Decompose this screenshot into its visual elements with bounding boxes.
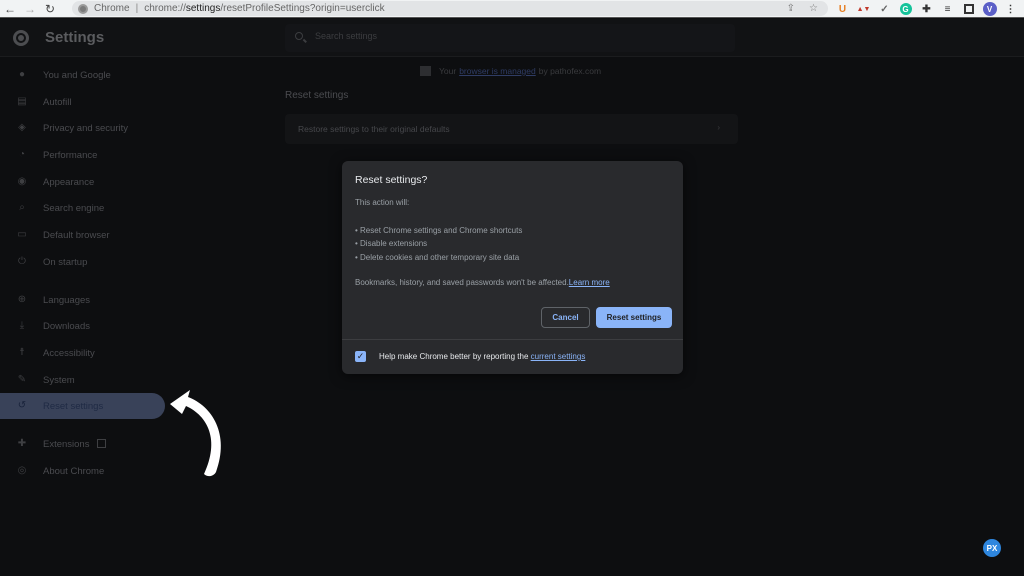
search-box[interactable] xyxy=(285,24,735,52)
search-icon: ⌕ xyxy=(19,202,25,213)
extensions-puzzle-icon[interactable]: ✚ xyxy=(916,0,937,18)
profile-avatar[interactable]: V xyxy=(979,0,1000,18)
watermark-badge: PX xyxy=(983,539,1001,557)
sidebar-item-on-startup[interactable]: ⏻ On startup xyxy=(0,249,165,275)
sidebar-item-performance[interactable]: ◔ Performance xyxy=(0,142,165,168)
sidebar-item-privacy[interactable]: ◈ Privacy and security xyxy=(0,115,165,141)
restore-defaults-label: Restore settings to their original defau… xyxy=(298,124,450,134)
current-settings-link[interactable]: current settings xyxy=(531,352,586,361)
sidebar-item-reset-settings[interactable]: ↺ Reset settings xyxy=(0,393,165,419)
search-icon xyxy=(295,32,303,40)
bookmark-star-icon[interactable]: ☆ xyxy=(809,1,818,16)
sidebar-item-autofill[interactable]: ▤ Autofill xyxy=(0,89,165,115)
extension-u-icon[interactable]: U xyxy=(832,0,853,18)
share-icon[interactable]: ⇪ xyxy=(787,1,795,16)
wrench-icon: ✎ xyxy=(17,374,27,385)
extension-arrows-icon[interactable]: ▲▼ xyxy=(853,0,874,18)
reset-settings-button[interactable]: Reset settings xyxy=(596,307,672,328)
forward-button[interactable]: → xyxy=(20,0,40,18)
managed-link[interactable]: browser is managed xyxy=(459,66,536,76)
reading-list-icon[interactable]: ≡ xyxy=(937,0,958,18)
grammarly-icon[interactable]: G xyxy=(895,0,916,18)
history-icon: ↺ xyxy=(17,400,27,411)
sidebar-item-accessibility[interactable]: ☨ Accessibility xyxy=(0,340,165,366)
checkbox-label: Help make Chrome better by reporting the… xyxy=(379,352,586,361)
list-item: Delete cookies and other temporary site … xyxy=(355,251,522,264)
sidebar-item-downloads[interactable]: ⤓ Downloads xyxy=(0,313,165,339)
settings-header: Settings xyxy=(0,19,1024,57)
chrome-icon: ◎ xyxy=(17,465,27,476)
globe-icon: ⊕ xyxy=(17,294,27,305)
sidebar-item-about-chrome[interactable]: ◎ About Chrome xyxy=(0,458,165,484)
chrome-site-icon xyxy=(78,3,88,14)
annotation-arrow xyxy=(170,390,221,477)
dialog-intro: This action will: xyxy=(355,198,410,207)
address-bar[interactable]: Chrome | chrome://settings/resetProfileS… xyxy=(72,1,828,16)
managed-notice: Your browser is managed by pathofex.com xyxy=(420,66,601,76)
sidebar-item-extensions[interactable]: ✚ Extensions xyxy=(0,431,165,457)
back-button[interactable]: ← xyxy=(0,0,20,18)
sidebar-item-you-and-google[interactable]: ● You and Google xyxy=(0,62,165,88)
clipboard-icon: ▤ xyxy=(17,96,27,107)
speedometer-icon: ◔ xyxy=(18,149,26,160)
shield-icon: ◈ xyxy=(18,122,26,133)
open-external-icon xyxy=(97,439,107,449)
side-panel-icon[interactable] xyxy=(958,0,979,18)
cancel-button[interactable]: Cancel xyxy=(541,307,590,328)
chrome-logo-icon xyxy=(13,30,29,46)
learn-more-link[interactable]: Learn more xyxy=(569,278,610,287)
sidebar-item-default-browser[interactable]: ▭ Default browser xyxy=(0,222,165,248)
browser-toolbar: ← → ↻ Chrome | chrome://settings/resetPr… xyxy=(0,0,1024,18)
download-icon: ⤓ xyxy=(19,320,25,331)
list-item: Reset Chrome settings and Chrome shortcu… xyxy=(355,224,522,237)
extension-check-icon[interactable]: ✓ xyxy=(874,0,895,18)
report-settings-checkbox[interactable]: ✓ xyxy=(355,351,366,362)
page-title: Settings xyxy=(45,29,105,46)
reset-settings-dialog: Reset settings? This action will: Reset … xyxy=(342,161,683,374)
sidebar-item-search-engine[interactable]: ⌕ Search engine xyxy=(0,195,165,221)
sidebar-item-system[interactable]: ✎ System xyxy=(0,367,165,393)
section-title: Reset settings xyxy=(285,90,349,101)
browser-icon: ▭ xyxy=(17,229,27,240)
menu-kebab-icon[interactable]: ⋮ xyxy=(1000,0,1021,18)
power-icon: ⏻ xyxy=(18,256,26,267)
dialog-divider xyxy=(342,339,683,340)
dialog-title: Reset settings? xyxy=(355,174,428,186)
list-item: Disable extensions xyxy=(355,237,522,250)
building-icon xyxy=(420,66,431,76)
sidebar-item-appearance[interactable]: ◉ Appearance xyxy=(0,169,165,195)
accessibility-icon: ☨ xyxy=(19,347,25,358)
palette-icon: ◉ xyxy=(17,176,27,187)
reload-button[interactable]: ↻ xyxy=(40,0,60,18)
dialog-note: Bookmarks, history, and saved passwords … xyxy=(355,278,610,287)
sidebar-item-languages[interactable]: ⊕ Languages xyxy=(0,287,165,313)
puzzle-icon: ✚ xyxy=(17,438,27,449)
search-input[interactable] xyxy=(315,31,695,41)
site-label: Chrome xyxy=(94,3,130,14)
person-icon: ● xyxy=(18,69,26,80)
separator: | xyxy=(135,3,139,14)
dialog-action-list: Reset Chrome settings and Chrome shortcu… xyxy=(355,224,522,264)
restore-defaults-row[interactable]: Restore settings to their original defau… xyxy=(285,114,738,144)
url-text: chrome://settings/resetProfileSettings?o… xyxy=(144,3,385,14)
chevron-right-icon: › xyxy=(717,123,720,132)
